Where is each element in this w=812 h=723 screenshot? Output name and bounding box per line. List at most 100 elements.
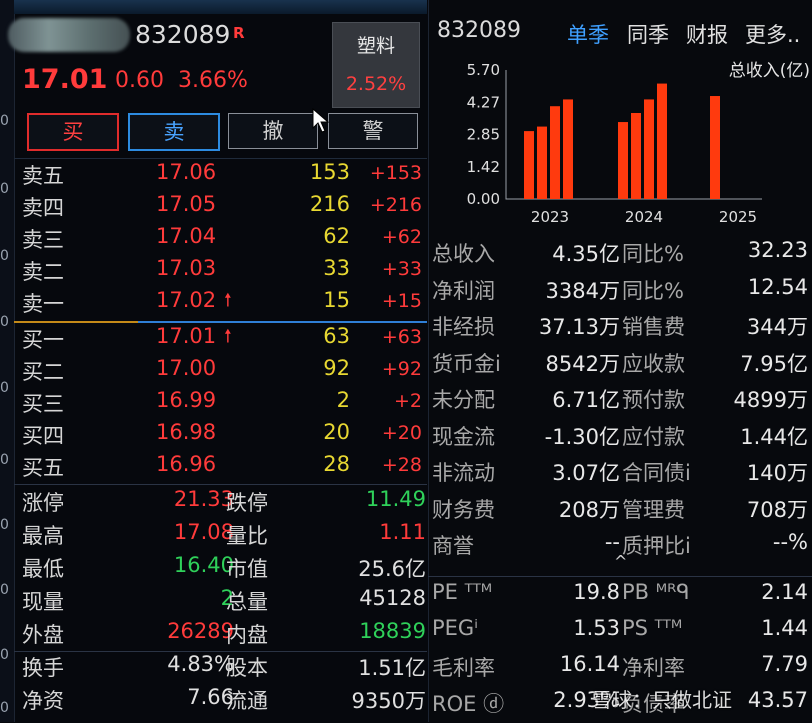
fin-label: 货币金i — [432, 351, 501, 376]
fin-label: 合同债i — [622, 461, 691, 485]
financial-row: 财务费 208万 管理费 708万 — [428, 492, 812, 529]
bid-label: 买五 — [22, 456, 64, 480]
financial-row: 非经损 37.13万 销售费 344万 — [428, 309, 812, 346]
ask-delta: +33 — [381, 258, 422, 280]
ask-label: 卖一 — [22, 292, 64, 316]
ask-row[interactable]: 卖一 17.02 🠕 15 +15 — [14, 288, 427, 320]
bid-row[interactable]: 买三 16.99 2 +2 — [14, 388, 427, 420]
val-label: PEGⁱ — [432, 616, 478, 640]
fin-value: 208万 — [558, 497, 620, 522]
fin-label: 管理费 — [622, 497, 685, 522]
stat-label: 股本 — [226, 656, 268, 680]
bid-row[interactable]: 买五 16.96 28 +28 — [14, 452, 427, 484]
stat-label: 总量 — [226, 590, 268, 614]
ask-price: 17.03 — [156, 256, 217, 280]
cancel-order-button[interactable]: 撤 — [228, 113, 318, 149]
bid-label: 买三 — [22, 392, 64, 416]
stat-label: 市值 — [226, 557, 268, 581]
ask-price: 17.04 — [156, 224, 217, 248]
bid-volume: 28 — [323, 452, 350, 476]
mouse-cursor-icon — [312, 108, 330, 133]
x-year-label: 2023 — [531, 208, 569, 226]
tab-more[interactable]: 更多.. — [745, 19, 800, 49]
quote-stat-row: 最低 16.40 市值 25.6亿 — [14, 553, 427, 586]
stat-label: 内盘 — [226, 623, 268, 647]
fin-value: 708万 — [746, 497, 808, 522]
ask-row[interactable]: 卖五 17.06 153 +153 — [14, 160, 427, 192]
revenue-bar — [524, 131, 534, 199]
xueqiu-watermark: 雪球：只做北证 — [592, 688, 732, 712]
stat-label: 流通 — [226, 689, 268, 713]
bid-price: 16.99 — [156, 388, 217, 412]
up-arrow-icon: 🠕 — [224, 326, 232, 347]
valuation-row: PEGⁱ 1.53 PS ᵀᵀᴹ 1.44 — [428, 614, 812, 651]
edge-glyph: 0 — [0, 700, 9, 716]
sell-button[interactable]: 卖 — [128, 113, 220, 151]
stat-label: 跌停 — [226, 491, 268, 515]
fin-value: 8542万 — [545, 351, 620, 376]
edge-glyph: 0 — [0, 181, 9, 197]
divider — [14, 484, 427, 485]
val-value: 2.14 — [761, 580, 808, 604]
fin-label: 财务费 — [432, 497, 495, 522]
bid-price: 16.98 — [156, 420, 217, 444]
divider — [428, 576, 812, 577]
stat-value: 11.49 — [365, 487, 426, 511]
fin-value: 1.44亿 — [740, 424, 808, 449]
financial-row: 货币金i 8542万 应收款 7.95亿 — [428, 346, 812, 383]
val-value: 1.53 — [573, 616, 620, 640]
stat-value: 2 — [220, 586, 234, 610]
ask-volume: 15 — [323, 288, 350, 312]
stat-value: 26289 — [167, 619, 234, 643]
buy-button[interactable]: 买 — [27, 113, 119, 151]
ask-label: 卖五 — [22, 164, 64, 188]
stat-value: 4.83% — [167, 652, 234, 676]
bid-label: 买四 — [22, 424, 64, 448]
fin-label: 同比% — [622, 242, 684, 266]
fin-label: 应付款 — [622, 424, 685, 449]
stat-value: 25.6亿 — [358, 557, 426, 581]
tab-single-quarter[interactable]: 单季 — [567, 19, 609, 49]
fin-value: 6.71亿 — [552, 388, 620, 412]
bid-delta: +2 — [393, 390, 422, 412]
fin-label: 非经损 — [432, 315, 495, 339]
stat-value: 17.08 — [173, 520, 234, 544]
fin-value: 140万 — [746, 461, 808, 485]
bid-row[interactable]: 买四 16.98 20 +20 — [14, 420, 427, 452]
tab-same-quarter[interactable]: 同季 — [627, 19, 669, 49]
price-alert-button[interactable]: 警 — [328, 113, 418, 149]
fin-label: 销售费 — [622, 315, 685, 339]
ask-row[interactable]: 卖三 17.04 62 +62 — [14, 224, 427, 256]
fin-label: 总收入 — [432, 242, 495, 266]
val-value: 16.14 — [559, 652, 620, 676]
val-label: 毛利率 — [432, 656, 495, 680]
y-tick-label: 2.85 — [467, 126, 500, 144]
ask-label: 卖二 — [22, 260, 64, 284]
revenue-bar — [710, 96, 720, 199]
revenue-bar — [631, 113, 641, 199]
bid-row[interactable]: 买二 17.00 92 +92 — [14, 356, 427, 388]
stat-value: 18839 — [359, 619, 426, 643]
stat-value: 7.66 — [187, 685, 234, 709]
bid-row[interactable]: 买一 17.01 🠕 63 +63 — [14, 324, 427, 356]
sector-tile[interactable]: 塑料 2.52% — [332, 22, 420, 108]
bid-price: 17.00 — [156, 356, 217, 380]
quote-stat-row: 涨停 21.33 跌停 11.49 — [14, 487, 427, 520]
ask-delta: +216 — [369, 194, 422, 216]
fin-label: 应收款 — [622, 351, 685, 376]
bid-ask-divider — [14, 321, 427, 323]
ask-row[interactable]: 卖二 17.03 33 +33 — [14, 256, 427, 288]
bid-volume: 63 — [323, 324, 350, 348]
y-tick-label: 4.27 — [467, 93, 500, 111]
revenue-bar — [537, 126, 547, 199]
revenue-bar — [563, 99, 573, 199]
edge-glyph: 0 — [0, 452, 9, 468]
tab-financial-report[interactable]: 财报 — [686, 19, 728, 49]
val-value: 7.79 — [761, 652, 808, 676]
fin-label: 商誉 — [432, 534, 474, 558]
stat-value: 45128 — [359, 586, 426, 610]
expand-caret-icon[interactable]: ^ — [614, 552, 627, 571]
ask-row[interactable]: 卖四 17.05 216 +216 — [14, 192, 427, 224]
fin-value: 4.35亿 — [552, 242, 620, 266]
val-value: 19.8 — [573, 580, 620, 604]
